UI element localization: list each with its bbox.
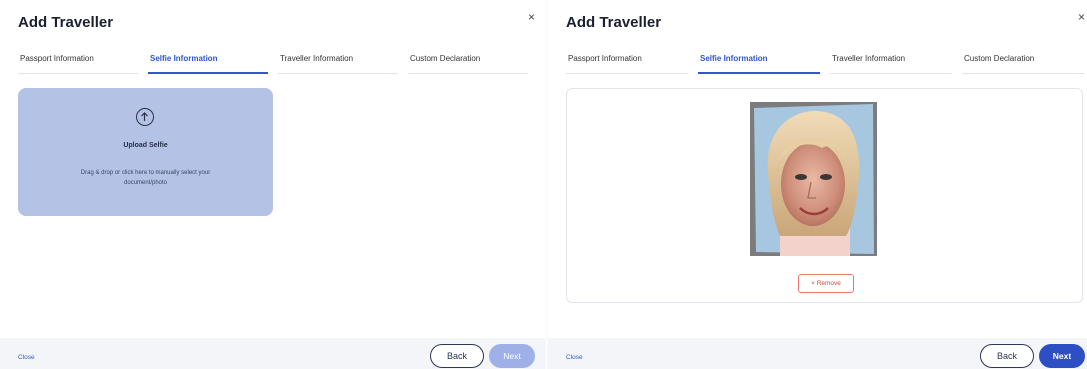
- tab-traveller-information[interactable]: Traveller Information: [278, 53, 398, 74]
- upload-title: Upload Selfie: [123, 142, 168, 149]
- add-traveller-dialog-preview: Add Traveller × Passport Information Sel…: [548, 0, 1087, 369]
- tab-selfie-information[interactable]: Selfie Information: [698, 53, 820, 74]
- dialog-title: Add Traveller: [18, 14, 114, 31]
- upload-arrow-icon: [136, 108, 154, 126]
- close-link[interactable]: Close: [18, 354, 35, 361]
- upload-description: Drag & drop or click here to manually se…: [80, 170, 211, 186]
- next-button[interactable]: Next: [1039, 344, 1085, 368]
- tab-traveller-information[interactable]: Traveller Information: [830, 53, 952, 74]
- tab-passport-information[interactable]: Passport Information: [566, 53, 688, 74]
- tab-custom-declaration[interactable]: Custom Declaration: [962, 53, 1084, 74]
- next-button[interactable]: Next: [489, 344, 535, 368]
- remove-photo-button[interactable]: × Remove: [798, 274, 854, 293]
- tab-custom-declaration[interactable]: Custom Declaration: [408, 53, 528, 74]
- dialog-title: Add Traveller: [566, 14, 662, 31]
- add-traveller-dialog-upload: Add Traveller × Passport Information Sel…: [0, 0, 545, 369]
- selfie-upload-dropzone[interactable]: Upload Selfie Drag & drop or click here …: [18, 88, 273, 216]
- x-icon: ×: [811, 280, 815, 287]
- close-icon[interactable]: ×: [1078, 10, 1085, 24]
- selfie-preview-card: × Remove: [566, 88, 1083, 303]
- tab-passport-information[interactable]: Passport Information: [18, 53, 138, 74]
- close-icon[interactable]: ×: [528, 10, 535, 24]
- dialog-footer: Close Back Next: [0, 338, 545, 369]
- dialog-footer: Close Back Next: [548, 338, 1087, 369]
- close-link[interactable]: Close: [566, 354, 583, 361]
- step-tabs: Passport Information Selfie Information …: [18, 53, 528, 75]
- remove-label: Remove: [816, 280, 841, 287]
- back-button[interactable]: Back: [430, 344, 484, 368]
- selfie-photo: [750, 102, 877, 256]
- back-button[interactable]: Back: [980, 344, 1034, 368]
- step-tabs: Passport Information Selfie Information …: [566, 53, 1084, 75]
- tab-selfie-information[interactable]: Selfie Information: [148, 53, 268, 74]
